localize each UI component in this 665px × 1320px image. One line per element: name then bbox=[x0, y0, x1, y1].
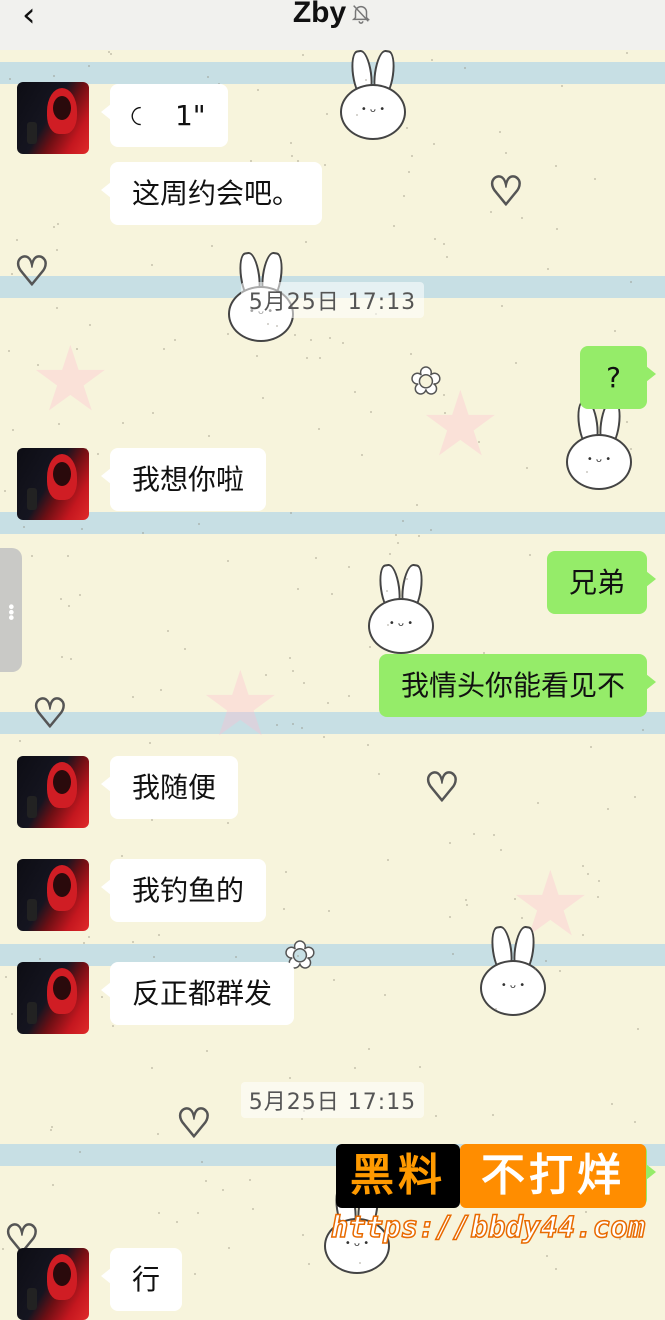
chat-header: ‹ Zby bbox=[0, 0, 665, 50]
watermark-black-label: 黑料 bbox=[336, 1144, 460, 1208]
timestamp-divider: 5月25日 17:15 bbox=[0, 1082, 665, 1118]
message-bubble-in[interactable]: 我钓鱼的 bbox=[100, 859, 267, 922]
timestamp-text: 5月25日 17:13 bbox=[240, 282, 425, 318]
message-bubble-out[interactable]: 兄弟 bbox=[546, 551, 657, 614]
contact-name: Zby bbox=[292, 0, 347, 29]
voice-message-bubble[interactable]: ◡ 1" bbox=[101, 84, 228, 147]
timestamp-text: 5月25日 17:15 bbox=[240, 1082, 425, 1118]
watermark-url: https://bbdy44.com bbox=[330, 1209, 646, 1245]
watermark-orange-label: 不打烊 bbox=[460, 1144, 646, 1208]
chat-title-group[interactable]: Zby bbox=[293, 0, 372, 30]
timestamp-divider: 5月25日 17:13 bbox=[0, 282, 665, 318]
voice-wave-icon: ◡ bbox=[128, 105, 157, 126]
contact-avatar[interactable] bbox=[17, 756, 89, 828]
message-bubble-in[interactable]: 行 bbox=[100, 1248, 183, 1311]
message-bubble-in[interactable]: 我想你啦 bbox=[100, 448, 267, 511]
more-dots-icon: ••• bbox=[1, 601, 21, 619]
bell-slash-icon bbox=[352, 5, 371, 24]
message-bubble-in[interactable]: 反正都群发 bbox=[100, 962, 295, 1025]
site-watermark: 黑料 不打烊 https://bbdy44.com bbox=[330, 1142, 649, 1252]
contact-avatar[interactable] bbox=[17, 1248, 89, 1320]
message-bubble-out[interactable]: 我情头你能看见不 bbox=[378, 654, 657, 717]
side-drawer-handle[interactable]: ••• bbox=[0, 548, 22, 672]
contact-avatar[interactable] bbox=[17, 82, 89, 154]
contact-avatar[interactable] bbox=[17, 448, 89, 520]
message-bubble-in[interactable]: 我随便 bbox=[100, 756, 239, 819]
chevron-left-icon[interactable]: ‹ bbox=[22, 0, 36, 32]
voice-duration: 1" bbox=[174, 99, 206, 132]
contact-avatar[interactable] bbox=[17, 859, 89, 931]
message-list[interactable]: ◡ 1" 这周约会吧。 5月25日 17:13 ? 我想你啦 兄弟 我情头你能看… bbox=[0, 0, 665, 1320]
message-bubble-in[interactable]: 这周约会吧。 bbox=[100, 162, 323, 225]
contact-avatar[interactable] bbox=[17, 962, 89, 1034]
message-bubble-out[interactable]: ? bbox=[580, 346, 656, 409]
